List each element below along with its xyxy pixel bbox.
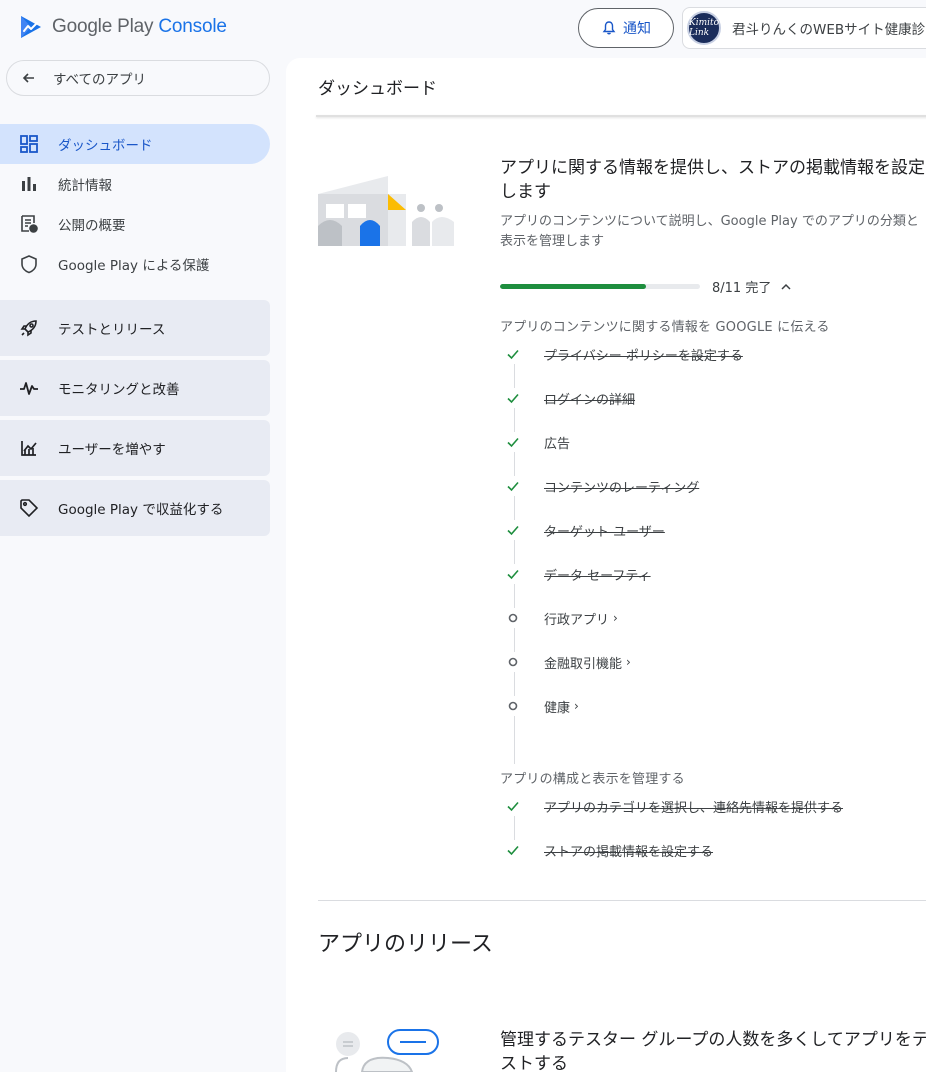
sidebar-item-statistics[interactable]: 統計情報 — [0, 164, 270, 204]
task-item[interactable]: ターゲット ユーザー — [500, 520, 665, 540]
setup-card-description: アプリのコンテンツについて説明し、Google Play でのアプリの分類と表示… — [500, 214, 919, 249]
task-item[interactable]: ログインの詳細 — [500, 388, 635, 408]
task-item[interactable]: コンテンツのレーティング — [500, 476, 699, 496]
sidebar-item-label: Google Play による保護 — [58, 258, 210, 274]
sidebar-item-play-protect[interactable]: Google Play による保護 — [0, 244, 270, 284]
task-label: アプリのカテゴリを選択し、連絡先情報を提供する — [544, 800, 844, 816]
task-label: 広告 — [544, 436, 571, 452]
setup-progress-bar — [500, 284, 700, 289]
checkmark-icon — [500, 520, 530, 540]
bar-chart-icon — [0, 174, 58, 194]
pending-circle-icon — [500, 608, 530, 628]
checkmark-icon — [500, 796, 530, 816]
tag-icon — [0, 498, 58, 518]
task-item[interactable]: ストアの掲載情報を設定する — [500, 840, 713, 860]
rocket-icon — [0, 318, 58, 338]
release-section-title: アプリのリリース — [318, 932, 493, 957]
shield-icon — [0, 254, 58, 274]
task-item[interactable]: 行政アプリ › — [500, 608, 618, 628]
all-apps-button[interactable]: すべてのアプリ — [6, 60, 270, 96]
checkmark-icon — [500, 344, 530, 364]
sidebar-group-grow-users[interactable]: ユーザーを増やす — [0, 420, 270, 476]
sidebar-group-label: ユーザーを増やす — [58, 442, 166, 458]
progress-toggle[interactable]: 8/11 完了 — [712, 277, 793, 296]
avatar: Kimito Link — [687, 11, 721, 45]
logo-text-main: Google Play — [52, 16, 154, 37]
task-label: ターゲット ユーザー — [544, 524, 665, 540]
sidebar-group-label: モニタリングと改善 — [58, 382, 180, 398]
task-item[interactable]: プライバシー ポリシーを設定する — [500, 344, 743, 364]
sidebar-item-label: 公開の概要 — [58, 218, 126, 234]
store-setup-illustration — [318, 176, 454, 246]
sidebar-item-dashboard[interactable]: ダッシュボード — [0, 124, 270, 164]
notifications-label: 通知 — [623, 21, 651, 37]
avatar-text: Kimito Link — [688, 18, 720, 38]
dashboard-icon — [0, 134, 58, 154]
release-card-title: 管理するテスター グループの人数を多くしてアプリをテストする — [500, 1030, 926, 1072]
pulse-icon — [0, 378, 58, 398]
sidebar-group-monitoring[interactable]: モニタリングと改善 — [0, 360, 270, 416]
divider — [318, 900, 926, 901]
chevron-right-icon: › — [613, 611, 618, 625]
logo-text-console: Console — [158, 16, 227, 37]
all-apps-label: すべてのアプリ — [53, 72, 147, 88]
chevron-right-icon: › — [574, 699, 579, 713]
checkmark-icon — [500, 432, 530, 452]
divider — [316, 115, 926, 117]
back-arrow-icon — [7, 70, 51, 86]
bell-icon — [602, 21, 616, 35]
chevron-right-icon: › — [626, 655, 631, 669]
checkmark-icon — [500, 564, 530, 584]
account-switcher[interactable]: Kimito Link 君斗りんくのWEBサイト健康診断 — [682, 7, 926, 49]
google-play-console-logo[interactable]: Google Play Console — [18, 14, 227, 40]
progress-label: 8/11 完了 — [712, 281, 772, 296]
task-item[interactable]: 健康 › — [500, 696, 579, 716]
task-label: コンテンツのレーティング — [544, 480, 700, 496]
sidebar-item-publishing-overview[interactable]: 公開の概要 — [0, 204, 270, 244]
task-item[interactable]: アプリのカテゴリを選択し、連絡先情報を提供する — [500, 796, 843, 816]
chevron-up-icon — [781, 283, 791, 290]
checkmark-icon — [500, 388, 530, 408]
task-label: 金融取引機能 — [544, 656, 623, 672]
section-label-content: アプリのコンテンツに関する情報を GOOGLE に伝える — [500, 320, 830, 335]
task-item[interactable]: データ セーフティ — [500, 564, 651, 584]
pending-circle-icon — [500, 652, 530, 672]
growth-icon — [0, 438, 58, 458]
notifications-button[interactable]: 通知 — [578, 8, 674, 48]
testers-illustration — [335, 1029, 439, 1072]
sidebar-group-test-and-release[interactable]: テストとリリース — [0, 300, 270, 356]
task-label: データ セーフティ — [544, 568, 651, 584]
pending-circle-icon — [500, 696, 530, 716]
sidebar-group-monetize[interactable]: Google Play で収益化する — [0, 480, 270, 536]
sidebar-group-label: Google Play で収益化する — [58, 502, 224, 518]
page-title: ダッシュボード — [318, 79, 437, 99]
sidebar-group-label: テストとリリース — [58, 322, 166, 338]
top-bar: Google Play Console 通知 Kimito Link 君斗りんく… — [0, 0, 926, 58]
setup-progress-fill — [500, 284, 646, 289]
task-label: 健康 — [544, 700, 571, 716]
task-label: プライバシー ポリシーを設定する — [544, 348, 743, 364]
logo-text: Google Play Console — [52, 16, 227, 38]
account-name: 君斗りんくのWEBサイト健康診断 — [732, 22, 926, 38]
checkmark-icon — [500, 476, 530, 496]
task-item[interactable]: 金融取引機能 › — [500, 652, 631, 672]
task-item[interactable]: 広告 — [500, 432, 570, 452]
checkmark-icon — [500, 840, 530, 860]
play-console-logo-icon — [21, 16, 41, 38]
task-label: ストアの掲載情報を設定する — [544, 844, 714, 860]
task-label: ログインの詳細 — [544, 392, 636, 408]
publishing-overview-icon — [0, 214, 58, 234]
section-label-store: アプリの構成と表示を管理する — [500, 772, 685, 787]
sidebar-item-label: 統計情報 — [58, 178, 112, 194]
setup-card-title: アプリに関する情報を提供し、ストアの掲載情報を設定します — [500, 158, 925, 202]
main-panel: ダッシュボード アプリに関する情報を提供し、ストアの掲載情報を設定します アプリ… — [286, 58, 926, 1072]
sidebar-nav: ダッシュボード 統計情報 公開の概要 Google Play による保護 — [0, 124, 270, 284]
sidebar-item-label: ダッシュボード — [58, 138, 153, 154]
task-label: 行政アプリ — [544, 612, 610, 628]
